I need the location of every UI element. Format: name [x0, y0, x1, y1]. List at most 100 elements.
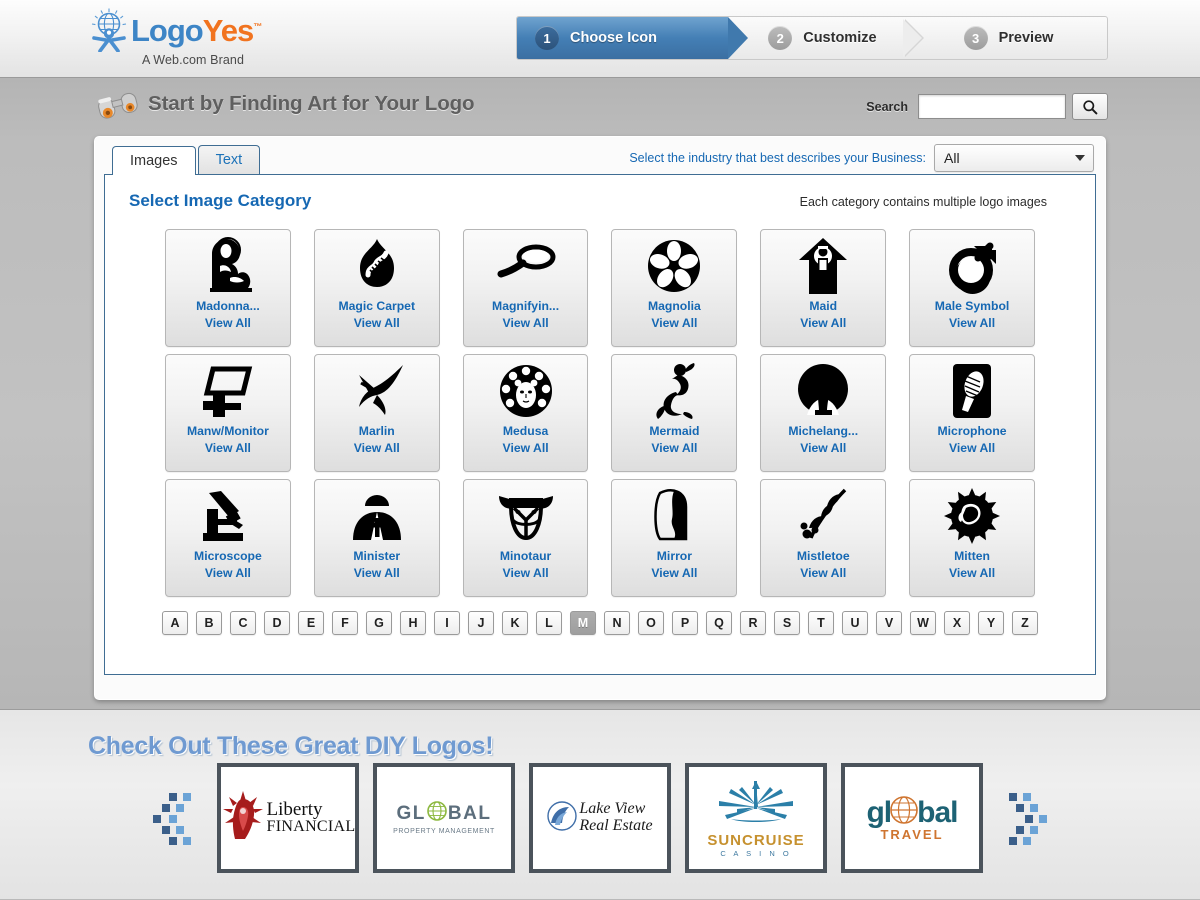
gpm-line1b: BAL — [447, 802, 492, 824]
minister-icon — [349, 483, 405, 549]
alpha-btn-v[interactable]: V — [876, 611, 902, 635]
category-card-medusa[interactable]: Medusa View All — [462, 354, 589, 472]
view-all-link[interactable]: View All — [503, 315, 549, 333]
diy-logo-liberty-financial[interactable]: Liberty FINANCIAL — [217, 763, 359, 873]
category-card-man-with-monitor[interactable]: Manw/Monitor View All — [165, 354, 291, 472]
category-card-minotaur[interactable]: Minotaur View All — [462, 479, 589, 597]
view-all-link[interactable]: View All — [651, 565, 697, 583]
view-all-link[interactable]: View All — [651, 440, 697, 458]
alpha-btn-e[interactable]: E — [298, 611, 324, 635]
alpha-btn-s[interactable]: S — [774, 611, 800, 635]
category-card-marlin[interactable]: Marlin View All — [313, 354, 440, 472]
view-all-link[interactable]: View All — [949, 440, 995, 458]
microscope-icon — [199, 483, 257, 549]
tab-images-label: Images — [130, 153, 178, 169]
category-name: Maid — [809, 299, 838, 313]
statue-of-liberty-icon — [221, 789, 265, 848]
medusa-head-icon — [498, 358, 554, 424]
tab-text-label: Text — [215, 152, 243, 168]
tab-text[interactable]: Text — [197, 145, 261, 174]
category-card-mirror[interactable]: Mirror View All — [611, 479, 738, 597]
view-all-link[interactable]: View All — [205, 315, 251, 333]
alpha-btn-p[interactable]: P — [672, 611, 698, 635]
alpha-btn-r[interactable]: R — [740, 611, 766, 635]
view-all-link[interactable]: View All — [949, 315, 995, 333]
globe-icon — [427, 801, 447, 825]
step-3-preview[interactable]: 3 Preview — [924, 17, 1107, 59]
alpha-btn-d[interactable]: D — [264, 611, 290, 635]
alpha-btn-o[interactable]: O — [638, 611, 664, 635]
category-card-minister[interactable]: Minister View All — [313, 479, 440, 597]
category-card-madonna[interactable]: Madonna... View All — [165, 229, 291, 347]
tab-images[interactable]: Images — [112, 146, 196, 175]
search-button[interactable] — [1072, 93, 1108, 120]
alpha-btn-k[interactable]: K — [502, 611, 528, 635]
logoyes-brand-logo[interactable]: LogoYes™ A Web.com Brand — [88, 8, 298, 70]
section-title: Select Image Category — [129, 191, 312, 210]
alpha-btn-u[interactable]: U — [842, 611, 868, 635]
diy-logo-suncruise-casino[interactable]: SUNCRUISE C A S I N O — [685, 763, 827, 873]
diy-logo-global-property-management[interactable]: GL BAL PROPERTY MANAGEMENT — [373, 763, 515, 873]
category-card-magnolia[interactable]: Magnolia View All — [611, 229, 738, 347]
alpha-btn-c[interactable]: C — [230, 611, 256, 635]
man-with-monitor-icon — [199, 358, 257, 424]
alpha-btn-i[interactable]: I — [434, 611, 460, 635]
category-card-magic-carpet[interactable]: Magic Carpet View All — [313, 229, 440, 347]
diy-logos-footer: Check Out These Great DIY Logos! Liberty… — [0, 710, 1200, 899]
search-input[interactable] — [918, 94, 1066, 119]
alpha-btn-y[interactable]: Y — [978, 611, 1004, 635]
alpha-btn-g[interactable]: G — [366, 611, 392, 635]
view-all-link[interactable]: View All — [949, 565, 995, 583]
view-all-link[interactable]: View All — [354, 315, 400, 333]
binoculars-icon — [96, 92, 140, 119]
alpha-btn-b[interactable]: B — [196, 611, 222, 635]
microphone-icon — [949, 358, 995, 424]
alpha-btn-a[interactable]: A — [162, 611, 188, 635]
alpha-btn-q[interactable]: Q — [706, 611, 732, 635]
category-name: Madonna... — [196, 299, 260, 313]
category-card-maid[interactable]: Maid View All — [760, 229, 887, 347]
view-all-link[interactable]: View All — [800, 315, 846, 333]
diy-logo-global-travel[interactable]: gl bal TRAVEL — [841, 763, 983, 873]
category-card-michelangelo[interactable]: Michelang... View All — [760, 354, 887, 472]
panel-tabs: Images Text Select the industry that bes… — [104, 144, 1096, 175]
view-all-link[interactable]: View All — [205, 565, 251, 583]
view-all-link[interactable]: View All — [503, 440, 549, 458]
alpha-btn-m[interactable]: M — [570, 611, 596, 635]
alpha-btn-z[interactable]: Z — [1012, 611, 1038, 635]
alpha-btn-j[interactable]: J — [468, 611, 494, 635]
alpha-btn-f[interactable]: F — [332, 611, 358, 635]
view-all-link[interactable]: View All — [503, 565, 549, 583]
step-1-choose-icon[interactable]: 1 Choose Icon — [517, 17, 749, 59]
view-all-link[interactable]: View All — [354, 440, 400, 458]
category-card-microscope[interactable]: Microscope View All — [165, 479, 291, 597]
category-card-mistletoe[interactable]: Mistletoe View All — [760, 479, 887, 597]
alpha-btn-l[interactable]: L — [536, 611, 562, 635]
alpha-btn-t[interactable]: T — [808, 611, 834, 635]
alpha-btn-n[interactable]: N — [604, 611, 630, 635]
magnolia-flower-icon — [646, 233, 702, 299]
step-2-number: 2 — [768, 26, 793, 50]
michelangelo-david-icon — [795, 358, 851, 424]
category-card-magnifying-glass[interactable]: Magnifyin... View All — [462, 229, 589, 347]
alpha-btn-w[interactable]: W — [910, 611, 936, 635]
search-label: Search — [866, 99, 908, 114]
category-card-microphone[interactable]: Microphone View All — [909, 354, 1035, 472]
view-all-link[interactable]: View All — [205, 440, 251, 458]
step-3-number: 3 — [963, 26, 988, 50]
industry-dropdown[interactable]: All — [934, 144, 1094, 172]
view-all-link[interactable]: View All — [800, 565, 846, 583]
diy-logo-lake-view-real-estate[interactable]: Lake View Real Estate — [529, 763, 671, 873]
alpha-btn-h[interactable]: H — [400, 611, 426, 635]
category-card-male-symbol[interactable]: Male Symbol View All — [909, 229, 1035, 347]
view-all-link[interactable]: View All — [651, 315, 697, 333]
category-card-mermaid[interactable]: Mermaid View All — [611, 354, 738, 472]
alphabet-pagination: A B C D E F G H I J K L M N O P Q R S T — [121, 611, 1079, 635]
category-name: Minister — [353, 549, 401, 563]
step-2-customize[interactable]: 2 Customize — [728, 17, 924, 59]
view-all-link[interactable]: View All — [800, 440, 846, 458]
alpha-btn-x[interactable]: X — [944, 611, 970, 635]
view-all-link[interactable]: View All — [354, 565, 400, 583]
category-name: Microscope — [194, 549, 262, 563]
category-card-mitten[interactable]: Mitten View All — [909, 479, 1035, 597]
